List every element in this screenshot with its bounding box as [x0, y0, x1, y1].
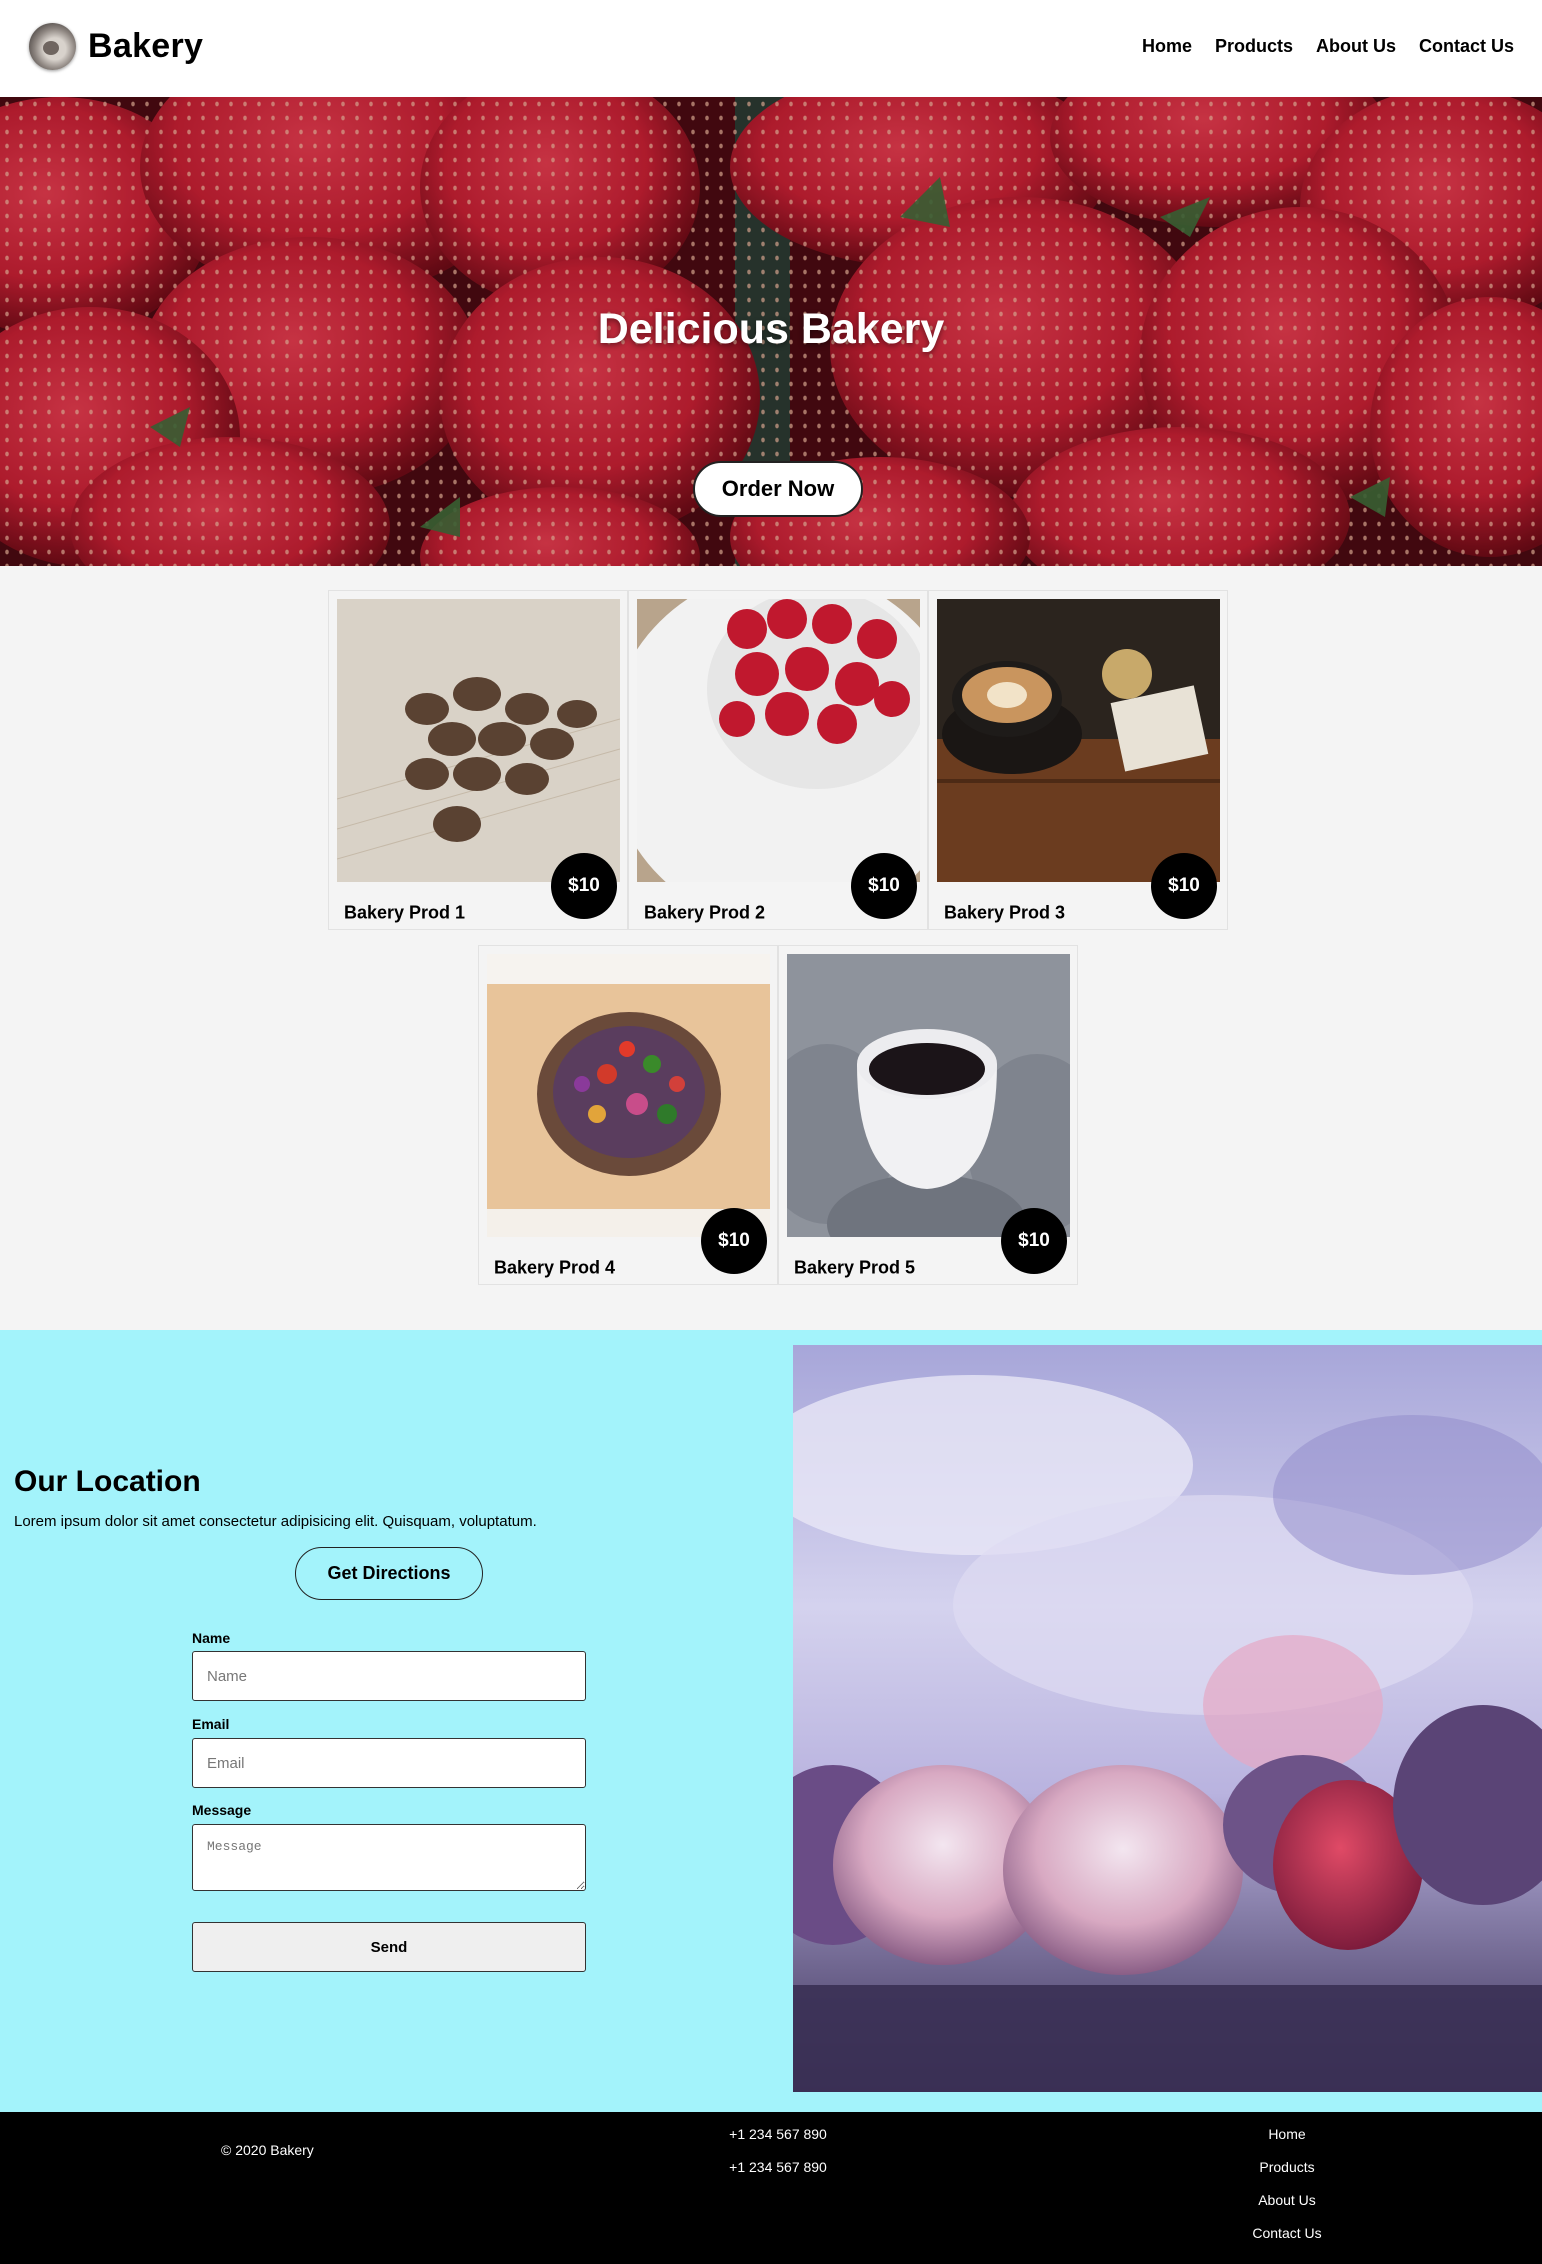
price-badge: $10 [701, 1208, 767, 1274]
message-label: Message [192, 1802, 252, 1818]
send-button[interactable]: Send [192, 1922, 586, 1972]
logo[interactable]: Bakery [29, 23, 203, 70]
product-name: Bakery Prod 3 [944, 902, 1066, 923]
product-image-raspberries [637, 599, 920, 882]
product-card[interactable]: Bakery Prod 3 $10 [928, 590, 1228, 930]
price-badge: $10 [1151, 853, 1217, 919]
product-name: Bakery Prod 1 [344, 902, 466, 923]
footer-link-contact-us[interactable]: Contact Us [1187, 2225, 1387, 2241]
products-section: Bakery Prod 1 $10 Bakery Prod 2 $10 Bake… [0, 566, 1542, 1330]
footer-link-products[interactable]: Products [1187, 2159, 1387, 2175]
name-label: Name [192, 1630, 231, 1646]
order-now-button[interactable]: Order Now [693, 461, 863, 517]
email-label: Email [192, 1716, 230, 1732]
message-field[interactable] [192, 1824, 586, 1891]
hero-banner: Delicious Bakery Order Now [0, 97, 1542, 566]
product-image-salad-bowl [487, 954, 770, 1237]
nav-home[interactable]: Home [1142, 36, 1192, 57]
nav-contact-us[interactable]: Contact Us [1419, 36, 1514, 57]
product-card[interactable]: Bakery Prod 2 $10 [628, 590, 928, 930]
frozen-berries-image [793, 1345, 1542, 2092]
name-field[interactable] [192, 1651, 586, 1701]
price-badge: $10 [551, 853, 617, 919]
product-card[interactable]: Bakery Prod 4 $10 [478, 945, 778, 1285]
product-name: Bakery Prod 2 [644, 902, 766, 923]
email-field[interactable] [192, 1738, 586, 1788]
location-section: Our Location Lorem ipsum dolor sit amet … [0, 1330, 1542, 2112]
product-image-coffee-beans [337, 599, 620, 882]
product-card[interactable]: Bakery Prod 1 $10 [328, 590, 628, 930]
brand-name: Bakery [88, 27, 204, 65]
main-nav: Home Products About Us Contact Us [1142, 36, 1514, 57]
location-title: Our Location [14, 1465, 201, 1498]
price-badge: $10 [851, 853, 917, 919]
footer-link-about-us[interactable]: About Us [1187, 2192, 1387, 2208]
price-badge: $10 [1001, 1208, 1067, 1274]
product-image-latte [937, 599, 1220, 882]
product-card[interactable]: Bakery Prod 5 $10 [778, 945, 1078, 1285]
nav-about-us[interactable]: About Us [1316, 36, 1396, 57]
product-name: Bakery Prod 4 [494, 1257, 616, 1278]
location-description: Lorem ipsum dolor sit amet consectetur a… [14, 1513, 537, 1530]
get-directions-button[interactable]: Get Directions [295, 1547, 483, 1600]
footer-link-home[interactable]: Home [1187, 2126, 1387, 2142]
copyright-text: © 2020 Bakery [221, 2142, 314, 2158]
site-header: Bakery Home Products About Us Contact Us [0, 0, 1542, 97]
nav-products[interactable]: Products [1215, 36, 1293, 57]
product-image-coffee-cup-knit [787, 954, 1070, 1237]
site-footer: © 2020 Bakery +1 234 567 890 +1 234 567 … [0, 2112, 1542, 2264]
logo-avatar [29, 23, 76, 70]
hero-title: Delicious Bakery [597, 305, 945, 353]
product-name: Bakery Prod 5 [794, 1257, 916, 1278]
